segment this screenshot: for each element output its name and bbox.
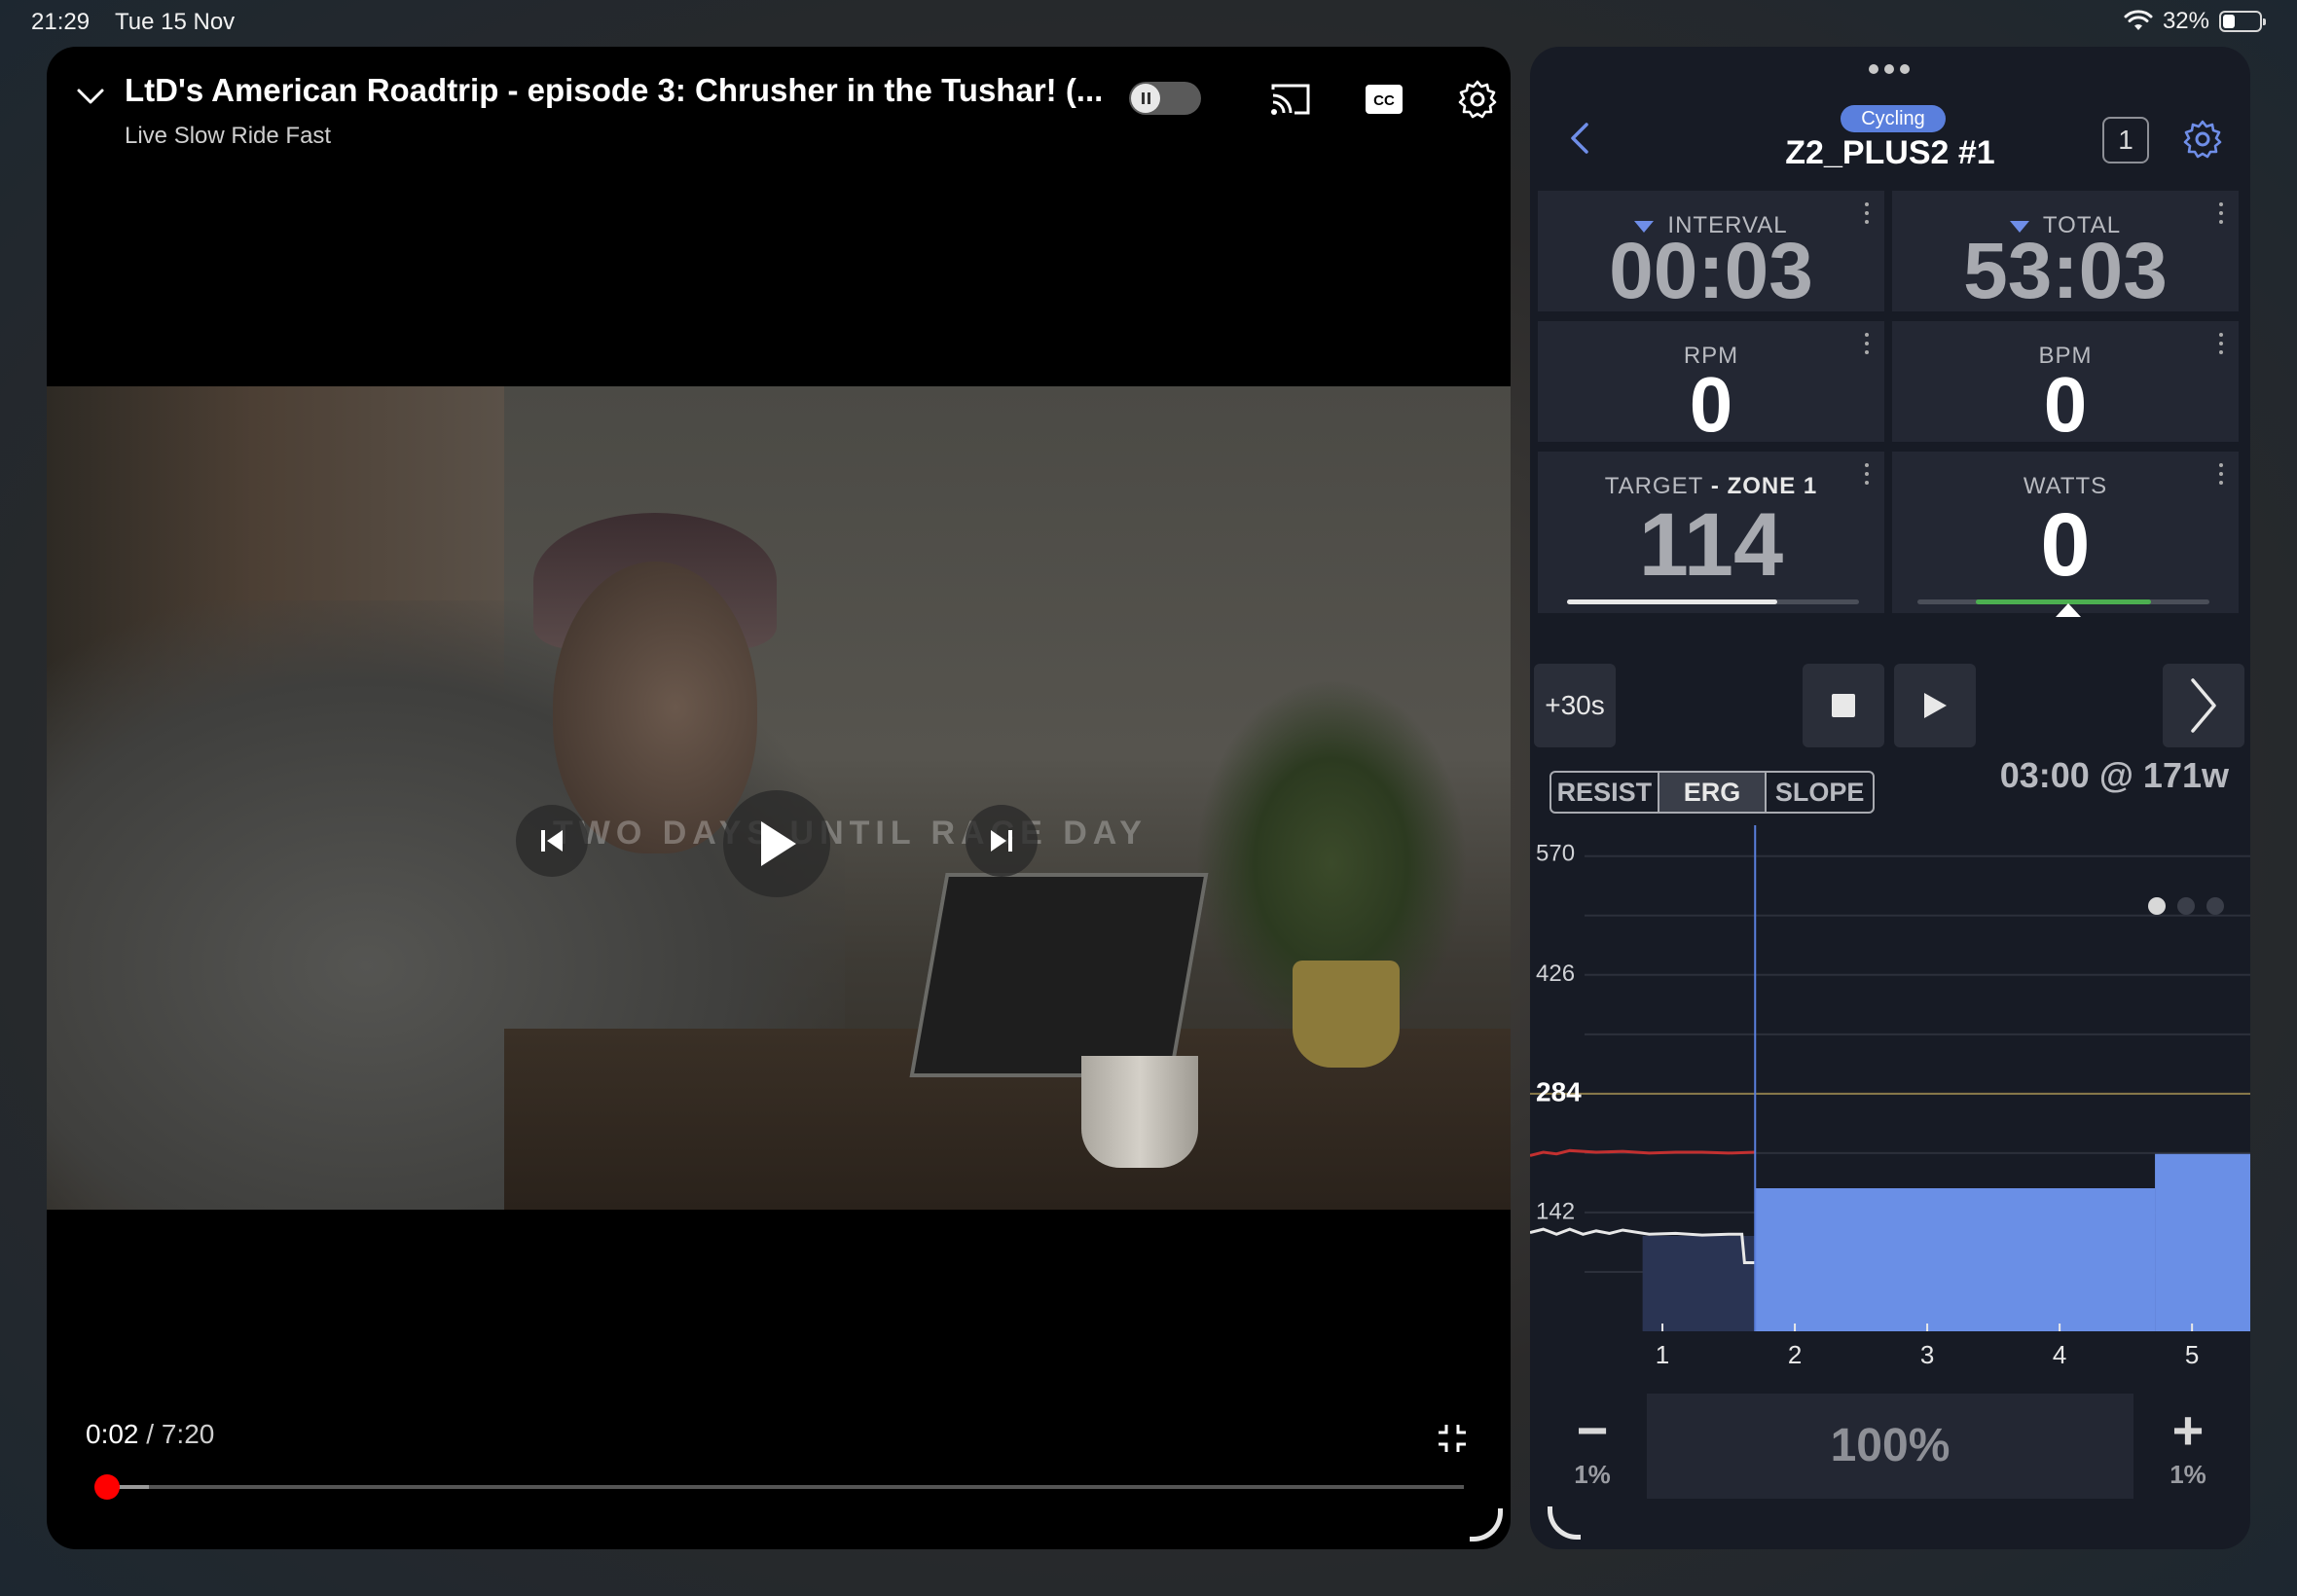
- previous-button[interactable]: [516, 805, 588, 877]
- seek-bar[interactable]: [94, 1474, 1464, 1500]
- chart-series-heart-rate: [1530, 1148, 1756, 1157]
- seek-handle[interactable]: [94, 1474, 121, 1500]
- video-frame[interactable]: TWO DAYS UNTIL RACE DAY: [47, 386, 1511, 1210]
- target-value: 114: [1638, 495, 1784, 595]
- chart-y-tick-label: 570: [1536, 840, 1575, 866]
- battery-icon: [2219, 11, 2266, 32]
- stop-icon: [1832, 694, 1855, 717]
- plus-icon: +: [2171, 1399, 2205, 1461]
- laptop: [909, 873, 1209, 1077]
- play-icon: [1924, 693, 1947, 718]
- tile-menu-icon[interactable]: [2219, 202, 2225, 224]
- status-date: Tue 15 Nov: [115, 9, 236, 35]
- window-menu-dots[interactable]: [1869, 64, 1914, 76]
- settings-button[interactable]: [1454, 76, 1501, 123]
- video-overlay-text: TWO DAYS UNTIL RACE DAY: [553, 815, 1148, 852]
- trainer-mode-selector[interactable]: RESIST ERG SLOPE: [1550, 771, 1875, 814]
- tile-menu-icon[interactable]: [2219, 333, 2225, 354]
- rpm-tile[interactable]: RPM 0: [1538, 321, 1884, 448]
- gear-icon[interactable]: [2182, 119, 2223, 160]
- mode-slope[interactable]: SLOPE: [1765, 773, 1873, 812]
- add-30s-button[interactable]: +30s: [1534, 664, 1616, 747]
- mug: [1081, 1056, 1198, 1168]
- chart-x-tick-label: 2: [1788, 1340, 1802, 1369]
- svg-text:CC: CC: [1373, 92, 1395, 109]
- channel-name[interactable]: Live Slow Ride Fast: [125, 123, 331, 150]
- chart-x-tick-label: 5: [2185, 1340, 2199, 1369]
- skip-interval-button[interactable]: [2163, 664, 2244, 747]
- intensity-value[interactable]: 100%: [1647, 1394, 2133, 1499]
- total-tile[interactable]: TOTAL 53:03: [1892, 191, 2239, 315]
- watts-tile[interactable]: WATTS 0: [1892, 452, 2239, 617]
- target-tile[interactable]: TARGET - ZONE 1 114: [1538, 452, 1884, 613]
- next-step-info: 03:00 @ 171w: [1999, 755, 2229, 795]
- autoplay-toggle[interactable]: [1129, 82, 1201, 115]
- cc-icon: CC: [1366, 85, 1403, 114]
- bpm-value: 0: [2043, 361, 2088, 448]
- power-marker-icon: [2056, 603, 2081, 617]
- exit-fullscreen-icon[interactable]: [1433, 1419, 1472, 1458]
- chevron-down-icon[interactable]: [76, 82, 105, 111]
- window-resize-handle[interactable]: [1470, 1508, 1503, 1542]
- chart-interval-block: [1755, 1188, 2156, 1331]
- minus-icon: −: [1576, 1399, 1609, 1461]
- previous-icon: [541, 830, 563, 852]
- play-button[interactable]: [723, 790, 830, 897]
- cast-button[interactable]: [1267, 76, 1314, 123]
- chart-page-dot[interactable]: [2206, 897, 2224, 915]
- chart-page-dot[interactable]: [2148, 897, 2166, 915]
- tile-menu-icon[interactable]: [1865, 333, 1871, 354]
- status-right: 32%: [2124, 8, 2266, 35]
- time-readout: 0:02 / 7:20: [86, 1419, 215, 1449]
- watts-value: 0: [2040, 495, 2091, 595]
- interval-value: 00:03: [1609, 227, 1813, 315]
- bpm-tile[interactable]: BPM 0: [1892, 321, 2239, 448]
- lap-button[interactable]: 1: [2102, 117, 2149, 163]
- battery-percent: 32%: [2162, 8, 2209, 34]
- captions-button[interactable]: CC: [1361, 76, 1407, 123]
- video-header: LtD's American Roadtrip - episode 3: Chr…: [47, 47, 1511, 183]
- current-time: 0:02: [86, 1419, 139, 1449]
- interval-tile[interactable]: INTERVAL 00:03: [1538, 191, 1884, 315]
- increase-intensity-button[interactable]: + 1%: [2159, 1401, 2217, 1510]
- tile-menu-icon[interactable]: [1865, 202, 1871, 224]
- workout-chart[interactable]: 142 284 426 570 1 2 3 4 5: [1530, 825, 2250, 1399]
- play-icon: [761, 821, 796, 866]
- mode-erg[interactable]: ERG: [1657, 773, 1766, 812]
- chart-interval-block: [2155, 1153, 2250, 1331]
- duration: 7:20: [161, 1419, 215, 1449]
- chart-page-dot[interactable]: [2177, 897, 2195, 915]
- chart-x-tick-label: 1: [1656, 1340, 1669, 1369]
- gear-icon: [1458, 80, 1497, 119]
- chevron-right-icon: [2191, 678, 2216, 733]
- chart-interval-block: [1642, 1236, 1756, 1331]
- sport-badge: Cycling: [1841, 105, 1946, 132]
- chart-x-tick-label: 3: [1920, 1340, 1934, 1369]
- mode-resist[interactable]: RESIST: [1551, 773, 1658, 812]
- next-icon: [991, 830, 1012, 852]
- stop-button[interactable]: [1803, 664, 1884, 747]
- wifi-icon: [2124, 10, 2153, 30]
- next-button[interactable]: [966, 805, 1038, 877]
- total-value: 53:03: [1963, 227, 2168, 315]
- chart-y-tick-label: 142: [1536, 1198, 1575, 1224]
- rpm-value: 0: [1689, 361, 1733, 448]
- chart-y-tick-label: 284: [1536, 1076, 1582, 1106]
- tile-menu-icon[interactable]: [2219, 463, 2225, 485]
- status-bar: 21:29 Tue 15 Nov 32%: [0, 0, 2297, 45]
- decrease-intensity-button[interactable]: − 1%: [1563, 1401, 1622, 1510]
- pause-icon: [1131, 84, 1160, 113]
- training-app-window: Cycling Z2_PLUS2 #1 1 INTERVAL 00:03 TOT…: [1530, 47, 2250, 1549]
- cast-icon: [1271, 84, 1310, 115]
- video-title: LtD's American Roadtrip - episode 3: Chr…: [125, 72, 1104, 108]
- target-progress-fill: [1567, 599, 1777, 604]
- chart-y-tick-label: 426: [1536, 961, 1575, 987]
- intensity-bar: − 1% 100% + 1%: [1530, 1390, 2250, 1549]
- play-workout-button[interactable]: [1894, 664, 1976, 747]
- video-player-window[interactable]: LtD's American Roadtrip - episode 3: Chr…: [47, 47, 1511, 1549]
- status-time: 21:29: [31, 9, 91, 35]
- chart-x-tick-label: 4: [2053, 1340, 2066, 1369]
- tile-menu-icon[interactable]: [1865, 463, 1871, 485]
